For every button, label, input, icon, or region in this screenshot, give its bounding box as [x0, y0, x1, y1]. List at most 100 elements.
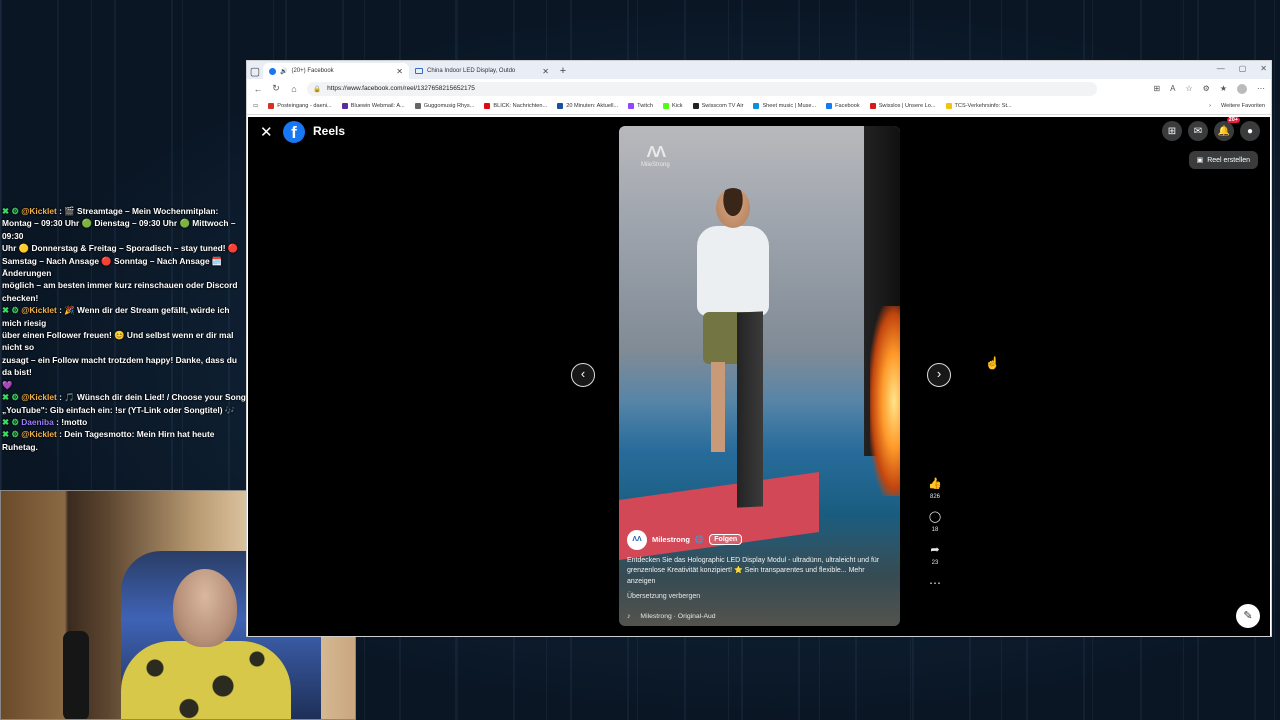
- favicon-icon: [753, 103, 760, 109]
- close-tab-icon[interactable]: ✕: [396, 67, 403, 76]
- favorite-label: 20 Minuten: Aktuell...: [566, 103, 619, 109]
- comment-action[interactable]: ◯ 18: [924, 510, 946, 533]
- extensions-icon[interactable]: ⚙: [1203, 84, 1210, 93]
- chat-message: ✖ ⚙ @Kicklet : 🎵 Wünsch dir dein Lied! /…: [0, 391, 246, 403]
- favorite-label: Sheet music | Muse...: [762, 103, 817, 109]
- chat-text: : !motto: [53, 416, 88, 427]
- close-icon[interactable]: ✕: [260, 123, 273, 141]
- notifications-icon[interactable]: 🔔 20+: [1214, 117, 1240, 141]
- facebook-reels-page: ✕ f Reels ⊞ ✉ 🔔 20+ ● ▣ Reel erstellen ‹…: [248, 117, 1270, 636]
- favorite-label: Bluewin Webmail: A...: [350, 103, 405, 109]
- more-options-icon[interactable]: ⋯: [924, 576, 946, 590]
- favicon-icon: [414, 103, 421, 109]
- back-icon[interactable]: ←: [253, 84, 263, 94]
- close-tab-icon[interactable]: ✕: [542, 67, 549, 76]
- notification-badge: 20+: [1226, 117, 1240, 123]
- like-action[interactable]: 👍 826: [924, 477, 946, 500]
- favorite-item[interactable]: Swisscom TV Air: [692, 103, 744, 109]
- favorite-label: TCS-Verkehrsinfo: St...: [954, 103, 1012, 109]
- chat-username[interactable]: @Kicklet: [21, 206, 57, 216]
- led-favicon-icon: [415, 68, 423, 74]
- chat-username[interactable]: @Kicklet: [21, 429, 57, 439]
- favicon-icon: [869, 103, 876, 109]
- favorite-item[interactable]: Posteingang - daeni...: [268, 103, 332, 109]
- author-avatar[interactable]: ΛΛ: [627, 529, 647, 550]
- home-icon[interactable]: ⌂: [289, 84, 299, 94]
- menu-grid-icon[interactable]: ⊞: [1162, 121, 1182, 141]
- messenger-icon[interactable]: ✉: [1188, 121, 1208, 141]
- favorite-item[interactable]: 20 Minuten: Aktuell...: [557, 103, 618, 109]
- favorite-item[interactable]: Guggomusig Rhys...: [414, 103, 475, 109]
- tab-actions-icon[interactable]: ▢: [247, 63, 263, 79]
- favorite-item[interactable]: Sheet music | Muse...: [753, 103, 816, 109]
- comment-icon[interactable]: ◯: [924, 510, 946, 523]
- new-tab-button[interactable]: +: [555, 63, 571, 79]
- tab-bar: ▢ 🔊 (20+) Facebook ✕ China Indoor LED Di…: [247, 61, 1271, 79]
- favicon-icon: [826, 103, 833, 109]
- more-favorites[interactable]: › Weitere Favoriten: [1209, 103, 1265, 109]
- chat-username[interactable]: @Kicklet: [21, 305, 57, 315]
- favorite-item[interactable]: Facebook: [826, 103, 860, 109]
- favorite-label: Posteingang - daeni...: [277, 103, 332, 109]
- reel-video[interactable]: ΛΛ MileStrong ΛΛ Milestrong 🌐 Folgen Ent…: [619, 126, 900, 626]
- close-window-icon[interactable]: ✕: [1260, 64, 1267, 73]
- author-name[interactable]: Milestrong: [652, 535, 690, 544]
- reel-author: ΛΛ Milestrong 🌐 Folgen: [627, 529, 892, 550]
- chat-message: Montag – 09:30 Uhr 🟢 Dienstag – 09:30 Uh…: [0, 217, 246, 242]
- chat-text: über einen Follower freuen! 😊 Und selbst…: [2, 330, 234, 353]
- favorite-item[interactable]: Bluewin Webmail: A...: [341, 103, 405, 109]
- reel-audio[interactable]: ♪ Milestrong · Original-Aud: [627, 613, 716, 620]
- chat-text: 💜: [2, 379, 13, 390]
- minimize-icon[interactable]: —: [1217, 64, 1225, 73]
- chat-message: ✖ ⚙ @Kicklet : 🎉 Wenn dir der Stream gef…: [0, 304, 246, 329]
- favorites-icon[interactable]: ★: [1220, 84, 1227, 93]
- share-icon[interactable]: ➦: [924, 543, 946, 556]
- compose-icon[interactable]: ✎: [1236, 604, 1260, 628]
- facebook-logo-icon[interactable]: f: [283, 121, 305, 143]
- chevron-right-icon[interactable]: ›: [1209, 103, 1211, 109]
- favorite-label: Guggomusig Rhys...: [423, 103, 475, 109]
- led-module-image: [737, 311, 763, 508]
- maximize-icon[interactable]: ▢: [1239, 64, 1247, 73]
- milestrong-watermark: ΛΛ MileStrong: [641, 144, 670, 168]
- menu-dots-icon[interactable]: ⋯: [1257, 84, 1265, 93]
- share-action[interactable]: ➦ 23: [924, 543, 946, 566]
- favorite-item[interactable]: Swisslos | Unsere Lo...: [869, 103, 936, 109]
- reload-icon[interactable]: ↻: [271, 83, 281, 94]
- tab-led-display[interactable]: China Indoor LED Display, Outdo ✕: [409, 63, 555, 79]
- audio-icon: ♪: [627, 613, 631, 620]
- favorite-item[interactable]: Twitch: [628, 103, 653, 109]
- favicon-icon: [692, 103, 699, 109]
- favorite-star-icon[interactable]: ☆: [1185, 84, 1192, 93]
- create-reel-button[interactable]: ▣ Reel erstellen: [1188, 151, 1258, 169]
- follow-button[interactable]: Folgen: [709, 534, 743, 545]
- chat-username[interactable]: @Kicklet: [21, 392, 57, 402]
- chat-text: Uhr 🟡 Donnerstag & Freitag – Sporadisch …: [2, 243, 239, 254]
- speaker-icon[interactable]: 🔊: [280, 68, 287, 75]
- profile-avatar[interactable]: [1237, 83, 1247, 94]
- chat-message: ✖ ⚙ @Kicklet : 🎬 Streamtage – Mein Woche…: [0, 205, 246, 217]
- favorite-item[interactable]: BLICK: Nachrichten...: [484, 103, 547, 109]
- create-reel-label: Reel erstellen: [1207, 156, 1250, 164]
- more-favorites-label: Weitere Favoriten: [1220, 103, 1265, 109]
- hide-translation-link[interactable]: Übersetzung verbergen: [627, 593, 892, 600]
- favorite-item[interactable]: TCS-Verkehrsinfo: St...: [945, 103, 1012, 109]
- read-aloud-icon[interactable]: A: [1170, 84, 1175, 93]
- chat-text: Samstag – Nach Ansage 🔴 Sonntag – Nach A…: [2, 255, 223, 279]
- stream-chat: ✖ ⚙ @Kicklet : 🎬 Streamtage – Mein Woche…: [0, 205, 246, 453]
- account-avatar[interactable]: ●: [1240, 121, 1260, 141]
- like-icon[interactable]: 👍: [924, 477, 946, 490]
- mouse-pointer-icon: ☝: [985, 356, 1000, 370]
- favorite-label: Swisscom TV Air: [701, 103, 744, 109]
- chat-username[interactable]: Daeniba: [21, 417, 54, 427]
- chat-message: möglich – am besten immer kurz reinschau…: [0, 279, 246, 304]
- tab-facebook[interactable]: 🔊 (20+) Facebook ✕: [263, 63, 409, 79]
- lock-icon: 🔒: [313, 85, 322, 93]
- url-field[interactable]: 🔒 https://www.facebook.com/reel/13276582…: [307, 81, 1097, 96]
- previous-reel-button[interactable]: ‹: [571, 363, 595, 387]
- favorite-item[interactable]: Kick: [663, 103, 683, 109]
- next-reel-button[interactable]: ›: [927, 363, 951, 387]
- milestrong-logo-icon: ΛΛ: [646, 144, 666, 161]
- url-text: https://www.facebook.com/reel/1327658215…: [327, 85, 475, 92]
- apps-icon[interactable]: ⊞: [1153, 84, 1160, 93]
